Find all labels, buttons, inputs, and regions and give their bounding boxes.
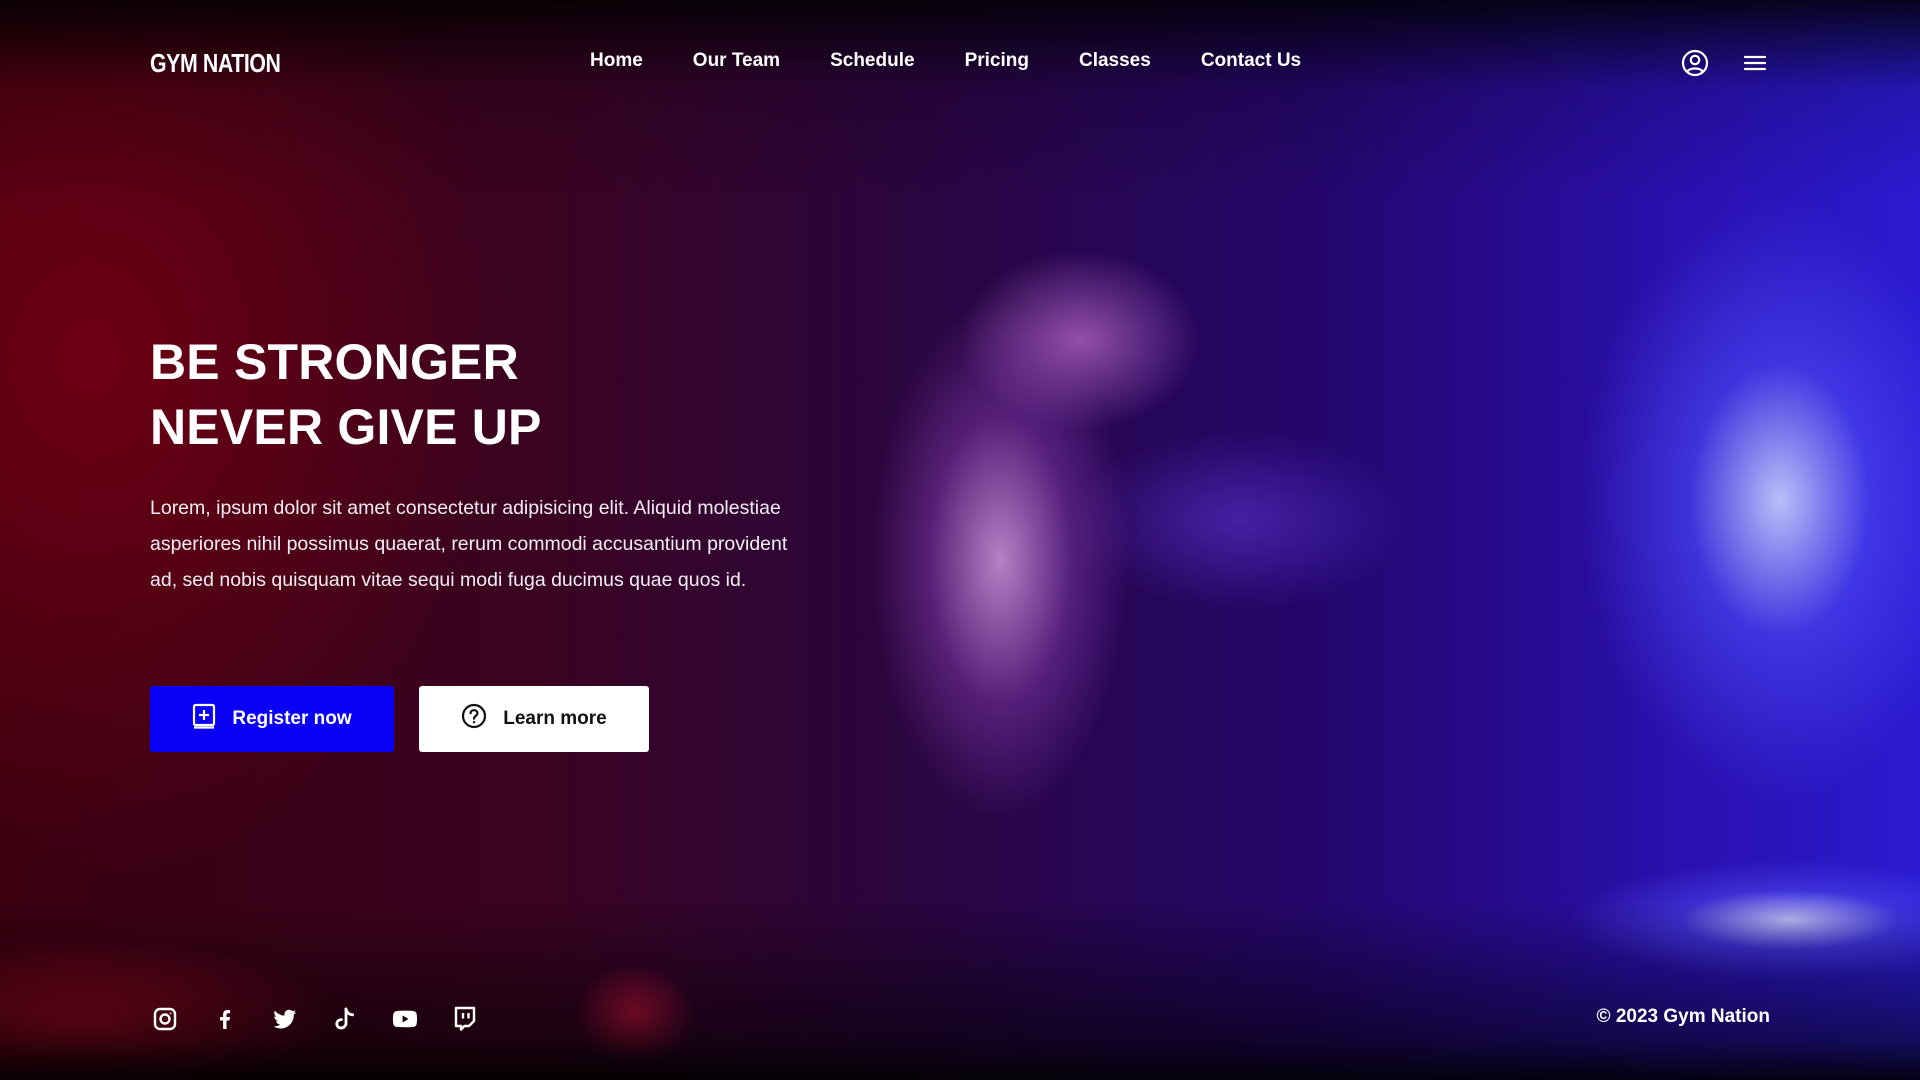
tiktok-icon[interactable] xyxy=(332,1006,358,1032)
nav-item-our-team[interactable]: Our Team xyxy=(693,50,780,72)
twitter-icon[interactable] xyxy=(272,1006,298,1032)
learn-more-button[interactable]: Learn more xyxy=(419,686,649,752)
hero-headline: BE STRONGER NEVER GIVE UP xyxy=(150,330,542,460)
register-now-button[interactable]: Register now xyxy=(150,686,394,752)
header-actions xyxy=(1680,48,1770,78)
headline-line-2: NEVER GIVE UP xyxy=(150,399,542,455)
user-circle-icon[interactable] xyxy=(1680,48,1710,78)
hero-actions: Register now Learn more xyxy=(150,686,649,752)
twitch-icon[interactable] xyxy=(452,1006,478,1032)
nav-item-classes[interactable]: Classes xyxy=(1079,50,1151,72)
register-now-label: Register now xyxy=(232,708,352,729)
nav-item-schedule[interactable]: Schedule xyxy=(830,50,914,72)
hamburger-menu-icon[interactable] xyxy=(1740,48,1770,78)
question-circle-icon xyxy=(461,703,487,735)
headline-line-1: BE STRONGER xyxy=(150,334,519,390)
learn-more-label: Learn more xyxy=(503,708,607,729)
hero-description: Lorem, ipsum dolor sit amet consectetur … xyxy=(150,497,788,591)
nav-item-contact-us[interactable]: Contact Us xyxy=(1201,50,1301,72)
nav-item-home[interactable]: Home xyxy=(590,50,643,72)
facebook-icon[interactable] xyxy=(212,1006,238,1032)
square-plus-icon xyxy=(192,703,216,735)
nav-item-pricing[interactable]: Pricing xyxy=(965,50,1029,72)
social-links xyxy=(152,1006,478,1032)
main-nav: Home Our Team Schedule Pricing Classes C… xyxy=(590,50,1301,72)
youtube-icon[interactable] xyxy=(392,1006,418,1032)
instagram-icon[interactable] xyxy=(152,1006,178,1032)
copyright-text: © 2023 Gym Nation xyxy=(1596,1006,1770,1027)
brand-logo[interactable]: GYM NATION xyxy=(150,48,281,79)
hero-section: GYM NATION Home Our Team Schedule Pricin… xyxy=(0,0,1920,1080)
